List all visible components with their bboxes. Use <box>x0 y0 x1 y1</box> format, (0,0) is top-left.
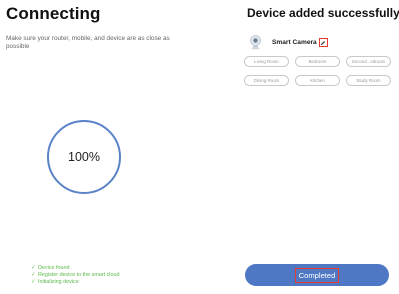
device-name: Smart Camera <box>272 39 317 46</box>
room-chip-living-room[interactable]: Living Room <box>244 56 289 67</box>
pencil-icon <box>321 40 326 45</box>
edit-name-button[interactable] <box>318 38 328 47</box>
connection-hint: Make sure your router, mobile, and devic… <box>6 35 170 50</box>
room-chip-dining-room[interactable]: Dining Room <box>244 75 289 86</box>
step-label: Initializing device <box>38 278 79 285</box>
step-item: ✓ Register device to the smart cloud <box>31 272 120 279</box>
step-item: ✓ Device found <box>31 265 120 272</box>
completed-button-label: Completed <box>294 267 340 283</box>
checkmark-icon: ✓ <box>31 278 36 285</box>
step-item: ✓ Initializing device <box>31 279 120 286</box>
success-title: Device added successfully <box>247 6 399 20</box>
device-row: Smart Camera <box>249 35 328 50</box>
step-label: Device found <box>38 265 70 271</box>
room-chip-second-bedroom[interactable]: Second...edroom <box>346 56 391 67</box>
step-label: Register device to the smart cloud <box>38 271 120 278</box>
completed-button[interactable]: Completed <box>245 264 389 286</box>
camera-icon <box>250 35 261 50</box>
progress-percentage: 100% <box>68 150 100 164</box>
room-chip-kitchen[interactable]: Kitchen <box>295 75 340 86</box>
page-title: Connecting <box>6 4 101 23</box>
room-chip-study-room[interactable]: Study Room <box>346 75 391 86</box>
checkmark-icon: ✓ <box>31 271 36 278</box>
room-options: Living Room Bedroom Second...edroom Dini… <box>244 56 391 86</box>
connecting-panel: Connecting Make sure your router, mobile… <box>0 0 198 294</box>
connection-steps: ✓ Device found ✓ Register device to the … <box>31 265 120 285</box>
checkmark-icon: ✓ <box>31 265 36 271</box>
room-chip-bedroom[interactable]: Bedroom <box>295 56 340 67</box>
